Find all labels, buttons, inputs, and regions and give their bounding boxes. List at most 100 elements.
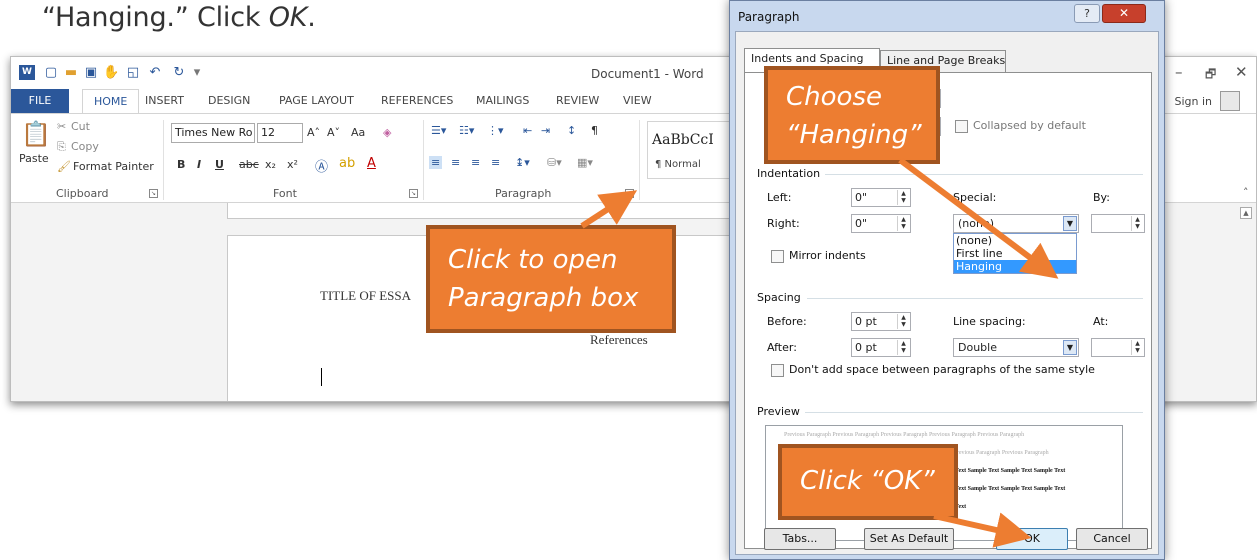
line-spacing-icon[interactable]: ↨▾ bbox=[515, 156, 530, 169]
cut-button[interactable]: Cut bbox=[71, 120, 90, 133]
ok-button[interactable]: OK bbox=[996, 528, 1068, 550]
dont-add-space-checkbox[interactable] bbox=[771, 364, 784, 377]
by-spinner[interactable]: ▲ ▼ bbox=[1091, 214, 1145, 233]
save-icon[interactable]: ▣ bbox=[83, 65, 99, 81]
align-center-icon[interactable]: ≡ bbox=[451, 156, 460, 169]
mirror-indents-checkbox[interactable] bbox=[771, 250, 784, 263]
touch-mode-icon[interactable]: ✋ bbox=[103, 65, 119, 81]
superscript-button[interactable]: x² bbox=[287, 158, 298, 171]
tab-design[interactable]: DESIGN bbox=[208, 89, 250, 113]
paste-icon[interactable]: 📋 bbox=[21, 120, 51, 148]
font-size-box[interactable]: 12 bbox=[257, 123, 303, 143]
help-button[interactable]: ? bbox=[1074, 4, 1100, 23]
copy-button[interactable]: Copy bbox=[71, 140, 99, 153]
print-preview-icon[interactable]: ◱ bbox=[125, 65, 141, 81]
close-dialog-button[interactable]: ✕ bbox=[1102, 4, 1146, 23]
tabs-button[interactable]: Tabs... bbox=[764, 528, 836, 550]
font-name-box[interactable]: Times New Ro bbox=[171, 123, 255, 143]
decrease-indent-icon[interactable]: ⇤ bbox=[523, 124, 532, 137]
format-painter-icon[interactable]: 🖌 bbox=[57, 160, 71, 173]
style-normal-label: ¶ Normal bbox=[655, 159, 701, 170]
new-document-icon[interactable]: ▢ bbox=[43, 65, 59, 81]
undo-icon[interactable]: ↶ bbox=[147, 65, 163, 81]
borders-icon[interactable]: ▦▾ bbox=[577, 156, 593, 169]
spacing-heading: Spacing bbox=[757, 291, 801, 304]
left-indent-spinner[interactable]: 0" ▲ ▼ bbox=[851, 188, 911, 207]
text-effects-icon[interactable]: Ⓐ bbox=[315, 156, 328, 175]
show-marks-icon[interactable]: ¶ bbox=[591, 124, 598, 137]
increase-indent-icon[interactable]: ⇥ bbox=[541, 124, 550, 137]
underline-button[interactable]: U bbox=[215, 158, 224, 171]
change-case-button[interactable]: Aa bbox=[351, 126, 365, 139]
section-divider bbox=[805, 412, 1143, 413]
justify-icon[interactable]: ≡ bbox=[491, 156, 500, 169]
tab-home[interactable]: HOME bbox=[82, 89, 140, 113]
set-as-default-button[interactable]: Set As Default bbox=[864, 528, 954, 550]
clear-formatting-icon[interactable]: ◈ bbox=[383, 126, 391, 139]
cancel-button[interactable]: Cancel bbox=[1076, 528, 1148, 550]
preview-sample-line: ple Text Sample Text Sample Text Sample … bbox=[946, 486, 1066, 492]
customize-qat-icon[interactable]: ▾ bbox=[189, 65, 205, 81]
at-spinner[interactable]: ▲ ▼ bbox=[1091, 338, 1145, 357]
shrink-font-icon[interactable]: A˅ bbox=[327, 126, 340, 139]
sort-icon[interactable]: ↕ bbox=[567, 124, 576, 137]
strikethrough-button[interactable]: abc bbox=[239, 158, 259, 171]
tab-mailings[interactable]: MAILINGS bbox=[476, 89, 529, 113]
after-spinner[interactable]: 0 pt ▲ ▼ bbox=[851, 338, 911, 357]
redo-icon[interactable]: ↻ bbox=[171, 65, 187, 81]
copy-icon[interactable]: ⎘ bbox=[57, 140, 66, 154]
section-divider bbox=[807, 298, 1143, 299]
minimize-icon[interactable]: – bbox=[1175, 63, 1183, 81]
previous-page-bottom bbox=[227, 203, 747, 219]
open-folder-icon[interactable]: ▬ bbox=[63, 65, 79, 81]
bold-button[interactable]: B bbox=[177, 158, 185, 171]
by-label: By: bbox=[1093, 191, 1110, 204]
collapse-ribbon-icon[interactable]: ˄ bbox=[1243, 186, 1249, 199]
tab-file[interactable]: FILE bbox=[11, 89, 69, 113]
tab-review[interactable]: REVIEW bbox=[556, 89, 599, 113]
line-spacing-combo[interactable]: Double ▼ bbox=[953, 338, 1079, 357]
tab-page-layout[interactable]: PAGE LAYOUT bbox=[279, 89, 354, 113]
restore-icon[interactable]: 🗗 bbox=[1205, 65, 1216, 86]
numbering-icon[interactable]: ☷▾ bbox=[459, 124, 474, 137]
font-launcher-icon[interactable]: ↘ bbox=[409, 189, 418, 198]
callout-choose-line-1: Choose bbox=[786, 82, 882, 112]
at-label: At: bbox=[1093, 315, 1109, 328]
bullets-icon[interactable]: ☰▾ bbox=[431, 124, 446, 137]
shading-icon[interactable]: ⛁▾ bbox=[547, 156, 562, 169]
close-window-icon[interactable]: ✕ bbox=[1235, 63, 1248, 81]
special-combo[interactable]: (none) ▼ bbox=[953, 214, 1079, 233]
right-indent-spinner[interactable]: 0" ▲ ▼ bbox=[851, 214, 911, 233]
collapsed-checkbox[interactable] bbox=[955, 120, 968, 133]
sign-in-link[interactable]: Sign in bbox=[1174, 95, 1212, 108]
group-divider bbox=[163, 120, 164, 200]
special-option-none[interactable]: (none) bbox=[954, 234, 1076, 247]
tab-view[interactable]: VIEW bbox=[623, 89, 652, 113]
special-dropdown-list[interactable]: (none) First line Hanging bbox=[953, 233, 1077, 274]
callout-open-line-1: Click to open bbox=[448, 245, 618, 275]
cut-icon[interactable]: ✂ bbox=[57, 120, 66, 133]
style-sample: AaBbCcI bbox=[652, 132, 714, 148]
multilevel-list-icon[interactable]: ⋮▾ bbox=[487, 124, 504, 137]
preview-previous-line-2: ph Previous Paragraph Previous Paragraph bbox=[946, 450, 1049, 456]
grow-font-icon[interactable]: A˄ bbox=[307, 126, 320, 139]
subscript-button[interactable]: x₂ bbox=[265, 158, 276, 171]
align-right-icon[interactable]: ≡ bbox=[471, 156, 480, 169]
italic-button[interactable]: I bbox=[197, 158, 201, 171]
tab-insert[interactable]: INSERT bbox=[145, 89, 184, 113]
after-label: After: bbox=[767, 341, 797, 354]
paste-button[interactable]: Paste bbox=[19, 152, 49, 165]
format-painter-button[interactable]: Format Painter bbox=[73, 160, 154, 173]
scroll-up-icon[interactable]: ▲ bbox=[1240, 207, 1252, 219]
highlight-icon[interactable]: ab bbox=[339, 156, 355, 171]
tab-references[interactable]: REFERENCES bbox=[381, 89, 453, 113]
avatar[interactable] bbox=[1220, 91, 1240, 111]
font-color-icon[interactable]: A bbox=[367, 156, 376, 171]
font-group-label: Font bbox=[273, 187, 297, 200]
special-option-first-line[interactable]: First line bbox=[954, 247, 1076, 260]
clipboard-launcher-icon[interactable]: ↘ bbox=[149, 189, 158, 198]
special-option-hanging[interactable]: Hanging bbox=[954, 260, 1076, 273]
before-spinner[interactable]: 0 pt ▲ ▼ bbox=[851, 312, 911, 331]
paragraph-launcher-icon[interactable]: ↘ bbox=[625, 189, 634, 198]
align-left-icon[interactable]: ≡ bbox=[429, 156, 443, 169]
